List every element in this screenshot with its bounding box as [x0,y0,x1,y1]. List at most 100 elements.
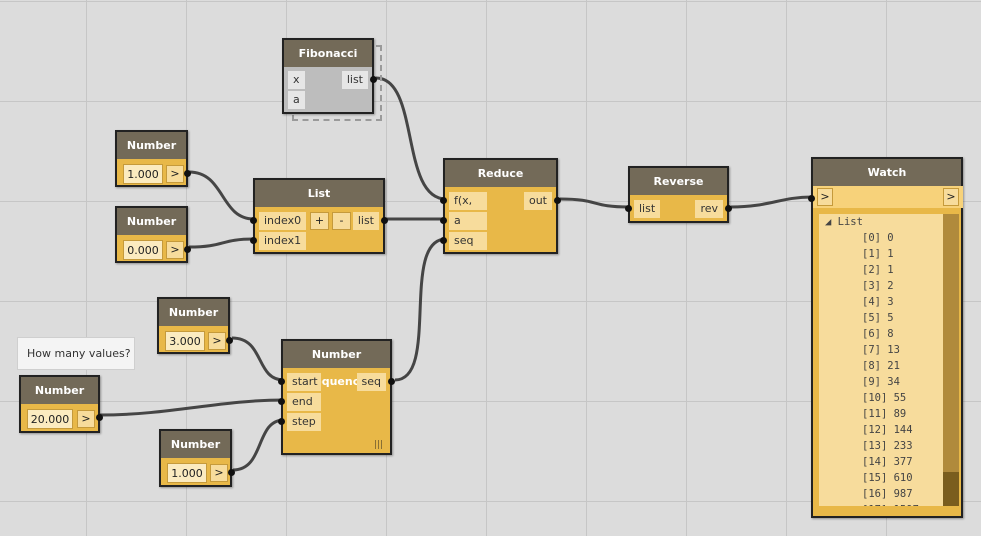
number-value[interactable]: 1.000 [123,164,163,184]
wire-seq-to-reduce [394,237,447,382]
port-index0[interactable]: index0 [259,212,307,230]
node-title: Number [21,377,98,404]
port-a[interactable]: a [288,91,305,109]
watch-output-port[interactable]: > [943,188,959,206]
node-number-2[interactable]: Number 0.000 > [115,206,191,263]
tooltip: How many values? [17,337,135,370]
number-value[interactable]: 20.000 [27,409,73,429]
input-connector[interactable] [440,217,447,224]
node-title: Number [117,132,186,159]
lacing-mark: ||| [373,440,383,450]
remove-input-button[interactable]: - [332,212,351,230]
node-number-3[interactable]: Number 3.000 > [157,297,233,354]
number-expand-button[interactable]: > [208,332,226,350]
watch-root-label: List [837,216,863,228]
watch-list-item: [16] 987 [862,488,913,500]
output-connector[interactable] [96,414,103,421]
output-connector[interactable] [554,197,561,204]
output-connector[interactable] [388,378,395,385]
watch-list-item: [2] 1 [862,264,894,276]
watch-list-item: [14] 377 [862,456,913,468]
node-number-sequence[interactable]: Number Sequence start end step seq ||| [278,339,395,455]
watch-list-item: [13] 233 [862,440,913,452]
watch-list-root[interactable]: ◢ List [819,214,943,230]
port-seq-out[interactable]: seq [356,373,386,391]
number-value[interactable]: 1.000 [167,463,207,483]
node-title: Fibonacci [284,40,372,67]
node-title: Number Sequence [283,341,390,388]
node-number-4[interactable]: Number 20.000 > [19,375,103,433]
wire-number1-to-list [188,170,255,221]
input-connector[interactable] [278,398,285,405]
port-start[interactable]: start [287,373,321,391]
wire-fibonacci-to-reduce [375,76,447,201]
node-title: Number [117,208,186,235]
output-connector[interactable] [184,246,191,253]
number-expand-button[interactable]: > [166,165,184,183]
port-list-out[interactable]: list [352,212,379,230]
watch-list-item: [1] 1 [862,248,894,260]
port-out[interactable]: out [523,192,552,210]
watch-input-port[interactable]: > [817,188,833,206]
input-connector[interactable] [440,197,447,204]
number-value[interactable]: 3.000 [165,331,205,351]
watch-list-item: [8] 21 [862,360,900,372]
node-title: List [255,180,383,207]
watch-list-item: [7] 13 [862,344,900,356]
port-step[interactable]: step [287,413,321,431]
watch-list-item: [17] 1597 [819,502,943,506]
watch-list-item: [6] 8 [862,328,894,340]
port-seq[interactable]: seq [449,232,487,250]
watch-list-item: [12] 144 [862,424,913,436]
port-index1[interactable]: index1 [259,232,307,250]
output-connector[interactable] [370,76,377,83]
port-f-x-a[interactable]: f(x, a) [449,192,487,225]
node-number-5[interactable]: Number 1.000 > [159,429,235,487]
input-connector[interactable] [278,418,285,425]
watch-list-item: [3] 2 [862,280,894,292]
port-x[interactable]: x [288,71,305,89]
output-connector[interactable] [184,170,191,177]
number-expand-button[interactable]: > [210,464,228,482]
watch-list-item: [15] 610 [862,472,913,484]
number-value[interactable]: 0.000 [123,240,163,260]
input-connector[interactable] [625,205,632,212]
watch-scrollbar[interactable] [943,214,959,506]
node-number-1[interactable]: Number 1.000 > [115,130,191,187]
node-reverse[interactable]: Reverse list rev [625,166,732,223]
wire-number4-to-end [99,398,285,417]
input-connector[interactable] [250,217,257,224]
watch-list-item: [11] 89 [862,408,907,420]
port-end[interactable]: end [287,393,321,411]
add-input-button[interactable]: + [310,212,329,230]
watch-list: ◢ List [0] 0 [1] 1 [2] 1 [3] 2 [4] 3 [5] 5 [6]… [819,214,943,506]
node-title: Number [161,431,230,458]
collapse-triangle-icon[interactable]: ◢ [825,216,831,228]
wire-reverse-to-watch [730,195,813,209]
node-title: Reverse [630,168,727,195]
node-title: Watch [813,159,961,186]
watch-scrollbar-thumb[interactable] [943,472,959,506]
input-connector[interactable] [440,237,447,244]
output-connector[interactable] [226,337,233,344]
output-connector[interactable] [228,469,235,476]
node-reduce[interactable]: Reduce f(x, a) a seq out [440,158,561,254]
port-list-in[interactable]: list [634,200,661,218]
watch-port-bar: > > [813,186,963,208]
output-connector[interactable] [381,217,388,224]
node-list[interactable]: List index0 index1 + - list [250,178,388,254]
input-connector[interactable] [808,195,815,202]
watch-output-panel[interactable]: ◢ List [0] 0 [1] 1 [2] 1 [3] 2 [4] 3 [5] 5 [6]… [819,214,959,506]
input-connector[interactable] [250,237,257,244]
watch-list-item: [4] 3 [862,296,894,308]
number-expand-button[interactable]: > [77,410,95,428]
port-rev[interactable]: rev [695,200,723,218]
input-connector[interactable] [278,378,285,385]
number-expand-button[interactable]: > [166,241,184,259]
node-title: Number [159,299,228,326]
port-list-out[interactable]: list [341,71,368,89]
node-fibonacci[interactable]: Fibonacci x a list [282,38,377,114]
output-connector[interactable] [725,205,732,212]
port-a[interactable]: a [449,212,487,230]
node-watch[interactable]: Watch > > ◢ List [0] 0 [1] 1 [2] 1 [3] 2 [4]… [808,157,963,518]
